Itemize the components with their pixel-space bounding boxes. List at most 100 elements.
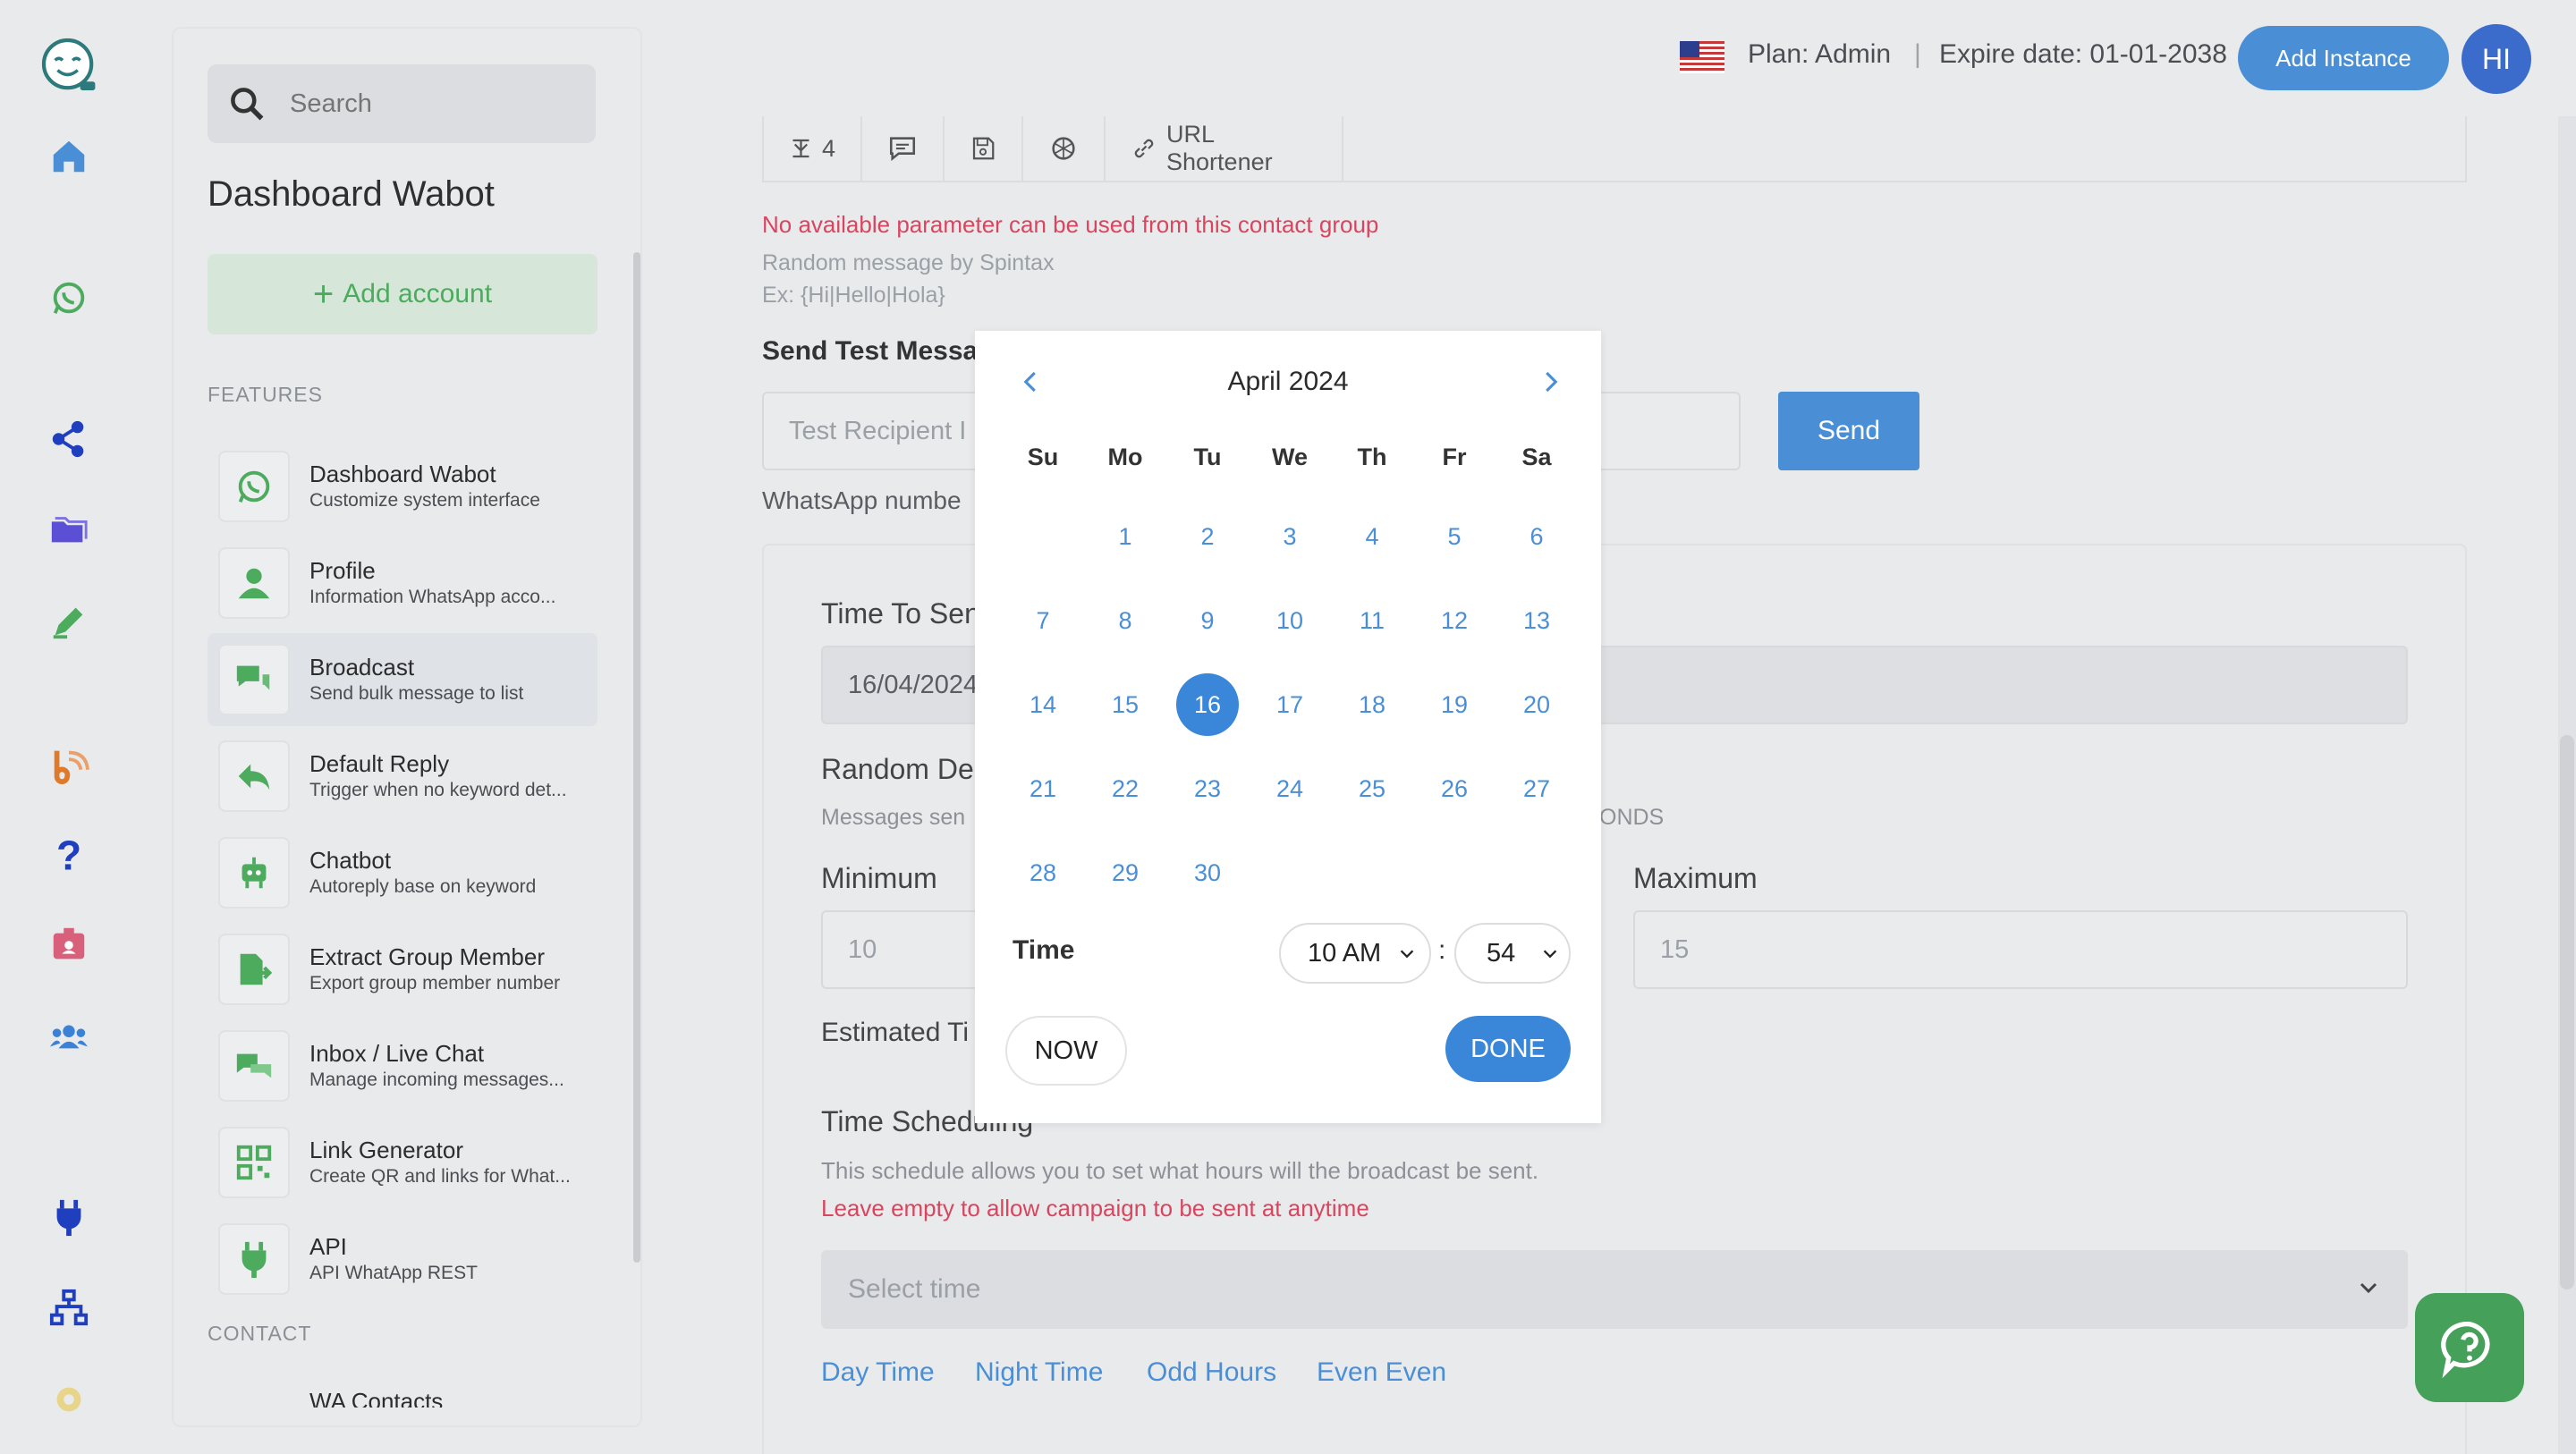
sidebar-item-inbox-live-chat[interactable]: Inbox / Live Chat Manage incoming message… [208, 1019, 597, 1112]
sidebar-item-api[interactable]: API API WhatApp REST [208, 1213, 597, 1306]
page-scrollbar-thumb[interactable] [2560, 735, 2574, 1289]
sidebar-item-dashboard-wabot[interactable]: Dashboard Wabot Customize system interfac… [208, 440, 597, 533]
calendar-day[interactable]: 20 [1505, 673, 1568, 736]
sidebar-item-text: Profile Information WhatsApp acco... [309, 556, 555, 610]
calendar-day[interactable]: 7 [1012, 589, 1074, 652]
calendar-day[interactable]: 24 [1258, 757, 1321, 820]
chevron-down-icon [1400, 950, 1414, 959]
share-icon[interactable] [47, 417, 91, 461]
select-time-dropdown[interactable]: Select time [821, 1250, 2408, 1329]
avatar[interactable]: HI [2462, 24, 2531, 94]
sidebar-item-chatbot[interactable]: Chatbot Autoreply base on keyword [208, 826, 597, 919]
now-button[interactable]: NOW [1005, 1016, 1127, 1086]
calendar-day[interactable]: 10 [1258, 589, 1321, 652]
plus-icon: + [312, 275, 335, 314]
search-box[interactable] [208, 64, 596, 143]
count-tool[interactable]: 4 [764, 116, 862, 181]
calendar-day[interactable]: 4 [1341, 505, 1403, 568]
time-colon: : [1438, 935, 1446, 965]
whatsapp-icon [218, 451, 290, 522]
side-panel: Dashboard Wabot + Add account FEATURES D… [172, 27, 642, 1427]
send-button[interactable]: Send [1778, 392, 1919, 470]
home-icon[interactable] [47, 134, 91, 179]
calendar-day[interactable]: 14 [1012, 673, 1074, 736]
preset-even-even[interactable]: Even Even [1317, 1357, 1446, 1388]
calendar-day[interactable]: 1 [1094, 505, 1157, 568]
edit-icon[interactable] [47, 599, 91, 644]
preset-day-time[interactable]: Day Time [821, 1357, 935, 1388]
calendar-day[interactable]: 13 [1505, 589, 1568, 652]
weekday-header: We [1271, 444, 1308, 470]
add-instance-button[interactable]: Add Instance [2238, 26, 2449, 90]
search-input[interactable] [290, 89, 558, 119]
calendar-day[interactable]: 23 [1176, 757, 1239, 820]
calendar-day[interactable]: 11 [1341, 589, 1403, 652]
link-icon [1134, 139, 1154, 158]
calendar-day[interactable]: 12 [1423, 589, 1486, 652]
calendar-day[interactable]: 8 [1094, 589, 1157, 652]
url-shortener-tool[interactable]: URL Shortener [1106, 116, 1343, 181]
minute-select[interactable]: 54 [1454, 923, 1571, 984]
date-picker-popup: April 2024 Time 10 AM : 54 NOW DONE Su Mo… [975, 331, 1601, 1123]
calendar-day[interactable]: 15 [1094, 673, 1157, 736]
param-error: No available parameter can be used from … [762, 211, 1379, 238]
comment-tool[interactable] [862, 116, 945, 181]
network-icon[interactable] [47, 1286, 91, 1331]
weekday-header: Th [1357, 444, 1387, 470]
sidebar-scrollbar[interactable] [633, 252, 640, 1263]
add-account-button[interactable]: + Add account [208, 254, 597, 334]
calendar-day[interactable]: 19 [1423, 673, 1486, 736]
live-chat-icon [218, 1030, 290, 1102]
maximum-input[interactable]: 15 [1633, 910, 2408, 989]
contact-section-label: CONTACT [208, 1322, 312, 1345]
calendar-day[interactable]: 30 [1176, 841, 1239, 904]
help-chat-button[interactable] [2415, 1293, 2524, 1402]
sidebar-item-extract-group-member[interactable]: Extract Group Member Export group member … [208, 923, 597, 1016]
save-tool[interactable] [945, 116, 1023, 181]
folders-icon[interactable] [47, 508, 91, 553]
sidebar-item-link-generator[interactable]: Link Generator Create QR and links for Wh… [208, 1116, 597, 1209]
calendar-day[interactable]: 27 [1505, 757, 1568, 820]
calendar-day[interactable]: 17 [1258, 673, 1321, 736]
hour-select[interactable]: 10 AM [1279, 923, 1431, 984]
calendar-day[interactable]: 22 [1094, 757, 1157, 820]
users-icon[interactable] [47, 1014, 91, 1059]
settings-gear-icon[interactable] [47, 1377, 91, 1422]
preset-night-time[interactable]: Night Time [975, 1357, 1103, 1388]
sidebar-item-text: Dashboard Wabot Customize system interfac… [309, 460, 540, 513]
app-logo-icon[interactable] [38, 34, 100, 97]
calendar-day[interactable]: 9 [1176, 589, 1239, 652]
whatsapp-icon[interactable] [47, 275, 91, 320]
blogger-icon[interactable] [47, 742, 91, 787]
sidebar-item-label: Link Generator [309, 1137, 463, 1163]
calendar-day[interactable]: 28 [1012, 841, 1074, 904]
plug-icon[interactable] [47, 1195, 91, 1239]
help-icon[interactable]: ? [47, 832, 91, 876]
calendar-day[interactable]: 25 [1341, 757, 1403, 820]
calendar-day[interactable]: 21 [1012, 757, 1074, 820]
sidebar-item-broadcast[interactable]: Broadcast Send bulk message to list [208, 633, 597, 726]
calendar-day[interactable]: 2 [1176, 505, 1239, 568]
ai-tool[interactable] [1023, 116, 1106, 181]
calendar-day[interactable]: 18 [1341, 673, 1403, 736]
spintax-hint: Random message by Spintax [762, 250, 1055, 275]
contact-item-partial[interactable]: WA Contacts [309, 1388, 443, 1408]
features-section-label: FEATURES [208, 383, 323, 406]
sidebar-item-label: Inbox / Live Chat [309, 1040, 485, 1067]
sidebar-item-profile[interactable]: Profile Information WhatsApp acco... [208, 537, 597, 630]
weekday-header: Tu [1193, 444, 1222, 470]
maximum-label: Maximum [1633, 862, 1758, 894]
us-flag-icon[interactable] [1680, 41, 1724, 73]
calendar-day[interactable]: 6 [1505, 505, 1568, 568]
calendar-day[interactable]: 26 [1423, 757, 1486, 820]
preset-odd-hours[interactable]: Odd Hours [1147, 1357, 1276, 1388]
calendar-day[interactable]: 3 [1258, 505, 1321, 568]
sidebar-item-default-reply[interactable]: Default Reply Trigger when no keyword det… [208, 730, 597, 823]
done-button[interactable]: DONE [1445, 1016, 1571, 1082]
next-month-icon[interactable] [1537, 368, 1563, 395]
calendar-day[interactable]: 5 [1423, 505, 1486, 568]
calendar-day[interactable]: 29 [1094, 841, 1157, 904]
id-badge-icon[interactable] [47, 923, 91, 968]
sidebar-item-text: Inbox / Live Chat Manage incoming message… [309, 1039, 564, 1093]
selected-day[interactable]: 16 [1176, 673, 1239, 736]
